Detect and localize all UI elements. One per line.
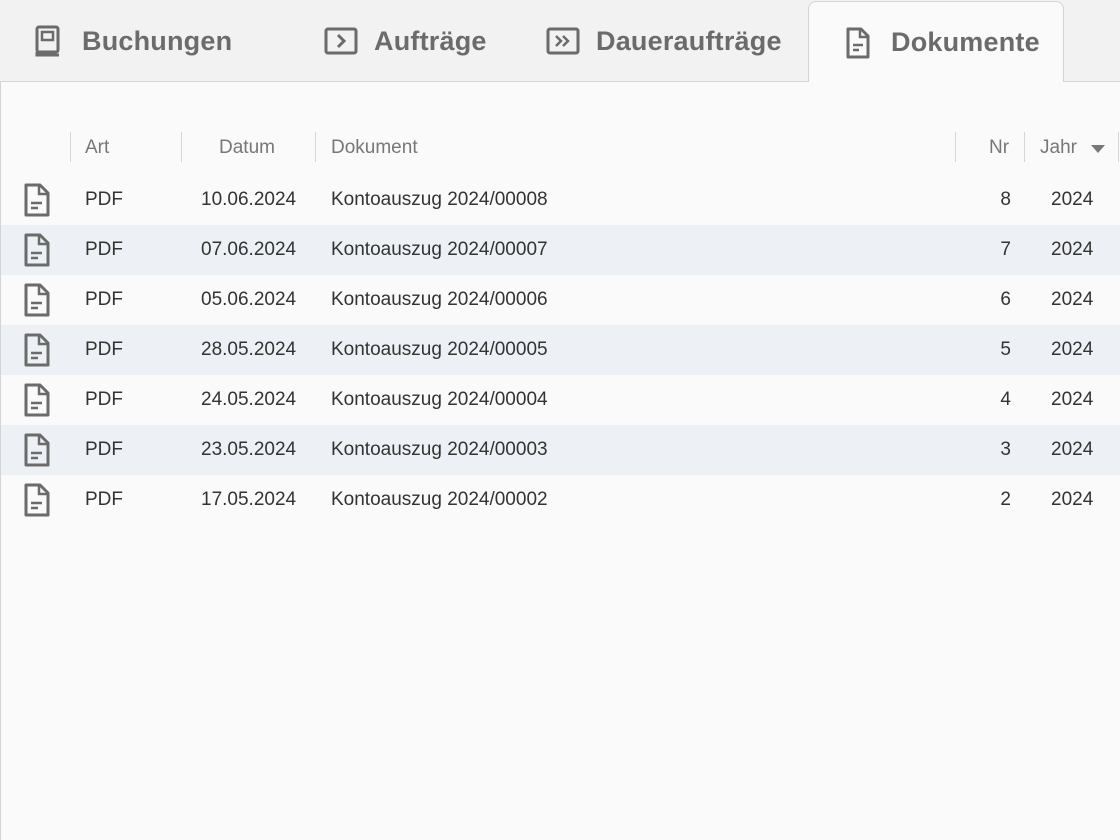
table-row[interactable]: PDF 28.05.2024 Kontoauszug 2024/00005 5 …	[1, 325, 1120, 375]
tab-label: Buchungen	[82, 25, 233, 56]
cell-jahr: 2024	[1051, 389, 1094, 410]
column-header-jahr[interactable]: Jahr	[1040, 137, 1077, 159]
document-icon	[24, 333, 50, 367]
cell-art: PDF	[85, 289, 123, 310]
column-header-nr[interactable]: Nr	[989, 137, 1009, 159]
document-icon	[24, 483, 50, 517]
table-row[interactable]: PDF 17.05.2024 Kontoauszug 2024/00002 2 …	[1, 475, 1120, 525]
document-icon	[24, 233, 50, 267]
tab-dauerauftraege[interactable]: Daueraufträge	[546, 0, 782, 82]
cell-datum: 07.06.2024	[201, 239, 297, 260]
cell-jahr: 2024	[1051, 439, 1094, 460]
table-row[interactable]: PDF 07.06.2024 Kontoauszug 2024/00007 7 …	[1, 225, 1120, 275]
cell-dokument: Kontoauszug 2024/00003	[331, 439, 548, 460]
document-icon	[24, 433, 50, 467]
table-row[interactable]: PDF 10.06.2024 Kontoauszug 2024/00008 8 …	[1, 175, 1120, 225]
column-header-art[interactable]: Art	[85, 137, 109, 159]
tab-auftraege[interactable]: Aufträge	[324, 0, 487, 82]
cell-dokument: Kontoauszug 2024/00006	[331, 289, 548, 310]
document-list: PDF 10.06.2024 Kontoauszug 2024/00008 8 …	[1, 175, 1120, 525]
table-header: Art Datum Dokument Nr Jahr	[1, 126, 1120, 172]
cell-dokument: Kontoauszug 2024/00002	[331, 489, 548, 510]
column-separator[interactable]	[315, 132, 316, 162]
cell-art: PDF	[85, 489, 123, 510]
cell-art: PDF	[85, 339, 123, 360]
cell-nr: 4	[1000, 389, 1011, 410]
column-separator[interactable]	[70, 132, 71, 162]
column-separator[interactable]	[1118, 132, 1119, 162]
table-row[interactable]: PDF 05.06.2024 Kontoauszug 2024/00006 6 …	[1, 275, 1120, 325]
cell-datum: 10.06.2024	[201, 189, 297, 210]
tab-bar: Buchungen Aufträge Daueraufträge Dokumen…	[0, 0, 1120, 83]
cell-art: PDF	[85, 389, 123, 410]
cell-dokument: Kontoauszug 2024/00005	[331, 339, 548, 360]
cell-jahr: 2024	[1051, 239, 1094, 260]
cell-jahr: 2024	[1051, 189, 1094, 210]
document-icon	[846, 27, 870, 58]
cell-dokument: Kontoauszug 2024/00004	[331, 389, 548, 410]
cell-nr: 8	[1000, 189, 1011, 210]
cell-art: PDF	[85, 189, 123, 210]
cell-nr: 7	[1000, 239, 1011, 260]
tab-label: Daueraufträge	[596, 25, 782, 56]
cell-datum: 05.06.2024	[201, 289, 297, 310]
cell-art: PDF	[85, 239, 123, 260]
cell-jahr: 2024	[1051, 489, 1094, 510]
cell-datum: 17.05.2024	[201, 489, 297, 510]
cell-nr: 3	[1000, 439, 1011, 460]
column-separator[interactable]	[955, 132, 956, 162]
documents-panel: Art Datum Dokument Nr Jahr PDF 10.06.202…	[0, 82, 1120, 840]
double-chevron-right-box-icon	[546, 27, 580, 55]
cell-jahr: 2024	[1051, 289, 1094, 310]
cell-art: PDF	[85, 439, 123, 460]
document-icon	[24, 183, 50, 217]
cell-datum: 28.05.2024	[201, 339, 297, 360]
cell-dokument: Kontoauszug 2024/00008	[331, 189, 548, 210]
column-separator[interactable]	[181, 132, 182, 162]
tab-label: Dokumente	[891, 27, 1040, 57]
document-icon	[24, 283, 50, 317]
tab-buchungen[interactable]: Buchungen	[32, 0, 232, 82]
cell-nr: 6	[1000, 289, 1011, 310]
document-icon	[24, 383, 50, 417]
book-icon	[35, 25, 60, 57]
column-header-datum[interactable]: Datum	[219, 137, 275, 159]
cell-dokument: Kontoauszug 2024/00007	[331, 239, 548, 260]
cell-jahr: 2024	[1051, 339, 1094, 360]
cell-datum: 23.05.2024	[201, 439, 297, 460]
sort-descending-icon[interactable]	[1091, 145, 1105, 153]
column-separator[interactable]	[1024, 132, 1025, 162]
cell-nr: 2	[1000, 489, 1011, 510]
chevron-right-box-icon	[324, 27, 358, 55]
column-header-dokument[interactable]: Dokument	[331, 137, 418, 159]
cell-datum: 24.05.2024	[201, 389, 297, 410]
table-row[interactable]: PDF 23.05.2024 Kontoauszug 2024/00003 3 …	[1, 425, 1120, 475]
tab-label: Aufträge	[374, 25, 487, 56]
tab-dokumente[interactable]: Dokumente	[808, 1, 1064, 83]
table-row[interactable]: PDF 24.05.2024 Kontoauszug 2024/00004 4 …	[1, 375, 1120, 425]
cell-nr: 5	[1000, 339, 1011, 360]
